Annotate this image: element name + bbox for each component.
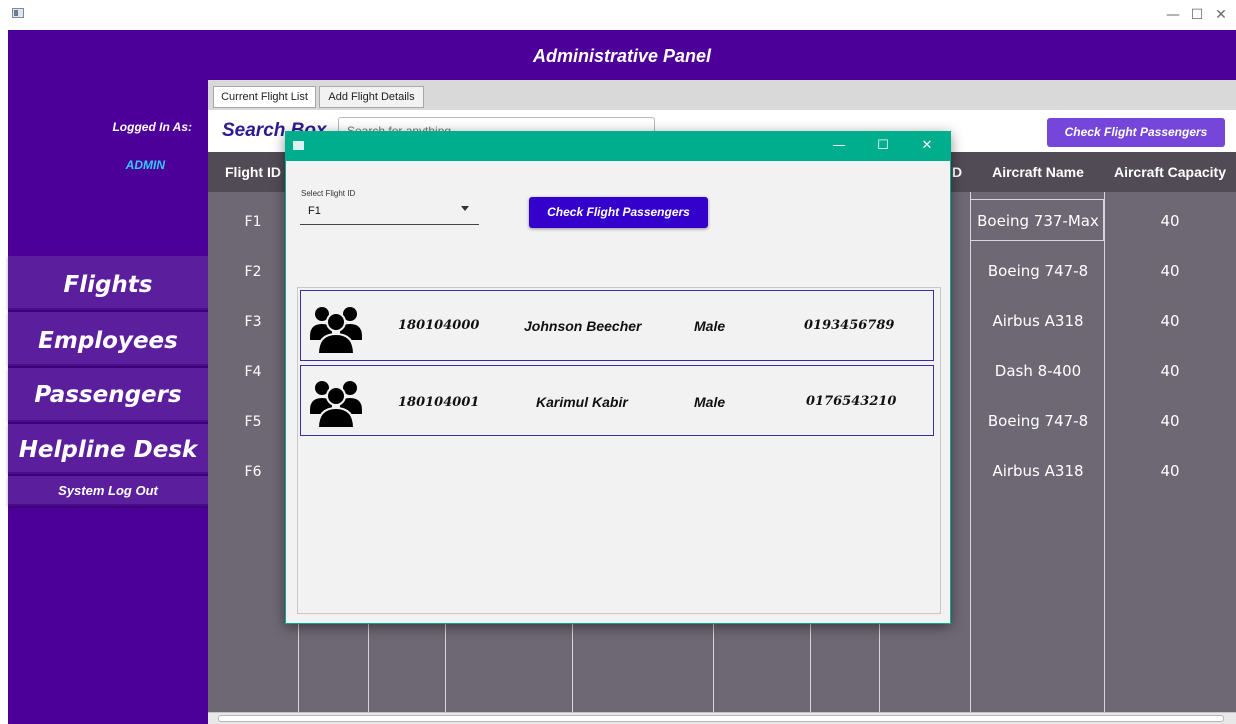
cell-aircraft-name[interactable]: Boeing 747-8 xyxy=(972,412,1104,430)
cell-aircraft-capacity[interactable]: 40 xyxy=(1104,262,1236,280)
select-flight-label: Select Flight ID xyxy=(301,189,356,198)
cell-aircraft-name[interactable]: Airbus A318 xyxy=(972,312,1104,330)
logged-in-label: Logged In As: xyxy=(112,120,192,134)
selected-flight-value[interactable]: F1 xyxy=(308,205,321,217)
passenger-gender: Male xyxy=(694,318,726,334)
passenger-name: Karimul Kabir xyxy=(536,394,628,410)
flight-id-dropdown[interactable] xyxy=(300,200,479,226)
scrollbar-thumb[interactable] xyxy=(218,715,1224,722)
sidebar-item-employees[interactable]: Employees xyxy=(8,312,208,366)
dialog-app-icon xyxy=(293,141,304,150)
column-divider xyxy=(970,192,971,712)
passenger-phone: 0176543210 xyxy=(806,394,897,409)
dialog-maximize-button[interactable]: ☐ xyxy=(870,131,896,161)
chevron-down-icon[interactable] xyxy=(461,206,469,211)
passenger-gender: Male xyxy=(694,394,726,410)
sidebar-item-passengers[interactable]: Passengers xyxy=(8,368,208,422)
dropdown-underline xyxy=(300,224,479,225)
tab-current-flight-list[interactable]: Current Flight List xyxy=(213,86,316,108)
cell-aircraft-name[interactable]: Dash 8-400 xyxy=(972,362,1104,380)
column-header-aircraft-capacity[interactable]: Aircraft Capacity xyxy=(1104,152,1236,192)
users-group-icon xyxy=(310,381,362,428)
dialog-check-passengers-button[interactable]: Check Flight Passengers xyxy=(529,197,708,228)
sidebar-item-helpline-desk[interactable]: Helpline Desk xyxy=(8,424,208,474)
close-button[interactable]: ✕ xyxy=(1208,0,1234,30)
page-title: Administrative Panel xyxy=(532,46,712,66)
window-titlebar xyxy=(0,0,1236,30)
cell-aircraft-name[interactable]: Boeing 737-Max xyxy=(972,212,1104,230)
dialog-minimize-button[interactable]: — xyxy=(826,131,852,161)
logout-button[interactable]: System Log Out xyxy=(8,476,208,506)
cell-aircraft-capacity[interactable]: 40 xyxy=(1104,212,1236,230)
cell-aircraft-capacity[interactable]: 40 xyxy=(1104,362,1236,380)
tab-add-flight-details[interactable]: Add Flight Details xyxy=(319,86,424,108)
passenger-id: 180104001 xyxy=(398,395,480,410)
cell-aircraft-capacity[interactable]: 40 xyxy=(1104,462,1236,480)
passenger-id: 180104000 xyxy=(398,318,480,333)
username: ADMIN xyxy=(125,158,165,172)
users-group-icon xyxy=(310,307,362,354)
minimize-button[interactable]: — xyxy=(1160,0,1186,30)
maximize-button[interactable]: ☐ xyxy=(1184,0,1210,30)
cell-aircraft-name[interactable]: Boeing 747-8 xyxy=(972,262,1104,280)
check-flight-passengers-button[interactable]: Check Flight Passengers xyxy=(1047,118,1225,147)
app-icon xyxy=(12,8,24,18)
column-header-aircraft-name[interactable]: Aircraft Name xyxy=(972,152,1104,192)
dialog-close-button[interactable]: ✕ xyxy=(914,131,940,161)
passenger-phone: 0193456789 xyxy=(804,318,895,333)
passenger-name: Johnson Beecher xyxy=(524,318,642,334)
sidebar-item-flights[interactable]: Flights xyxy=(8,256,208,310)
cell-aircraft-capacity[interactable]: 40 xyxy=(1104,412,1236,430)
cell-aircraft-name[interactable]: Airbus A318 xyxy=(972,462,1104,480)
cell-aircraft-capacity[interactable]: 40 xyxy=(1104,312,1236,330)
